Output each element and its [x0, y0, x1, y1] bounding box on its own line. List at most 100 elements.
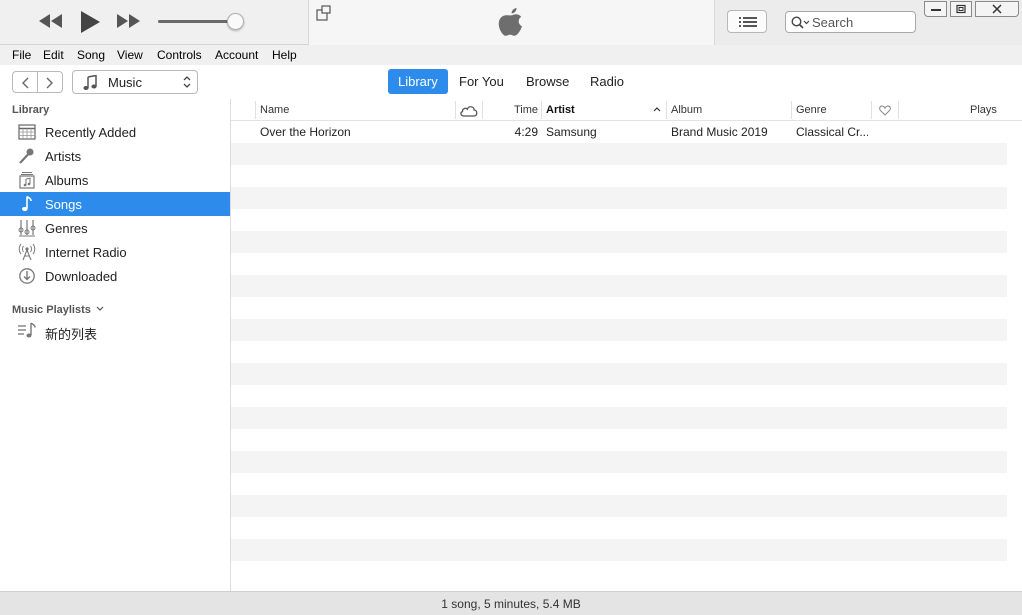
- music-playlists-heading-label: Music Playlists: [12, 304, 91, 316]
- column-separator: [541, 101, 542, 119]
- media-type-selector[interactable]: Music: [72, 70, 198, 94]
- empty-table-row: [231, 561, 1007, 583]
- album-icon: [19, 172, 35, 189]
- empty-table-row: [231, 473, 1007, 495]
- empty-table-row: [231, 363, 1007, 385]
- sidebar-item-songs[interactable]: Songs: [0, 192, 230, 216]
- list-icon: [739, 17, 757, 27]
- sidebar: Library Recently Added Artists Albums So…: [0, 99, 231, 591]
- sidebar-item-label: Songs: [45, 197, 82, 212]
- empty-table-row: [231, 451, 1007, 473]
- column-separator: [455, 101, 456, 119]
- library-summary: 1 song, 5 minutes, 5.4 MB: [441, 597, 581, 611]
- empty-table-row: [231, 165, 1007, 187]
- search-box[interactable]: [785, 11, 916, 33]
- column-separator: [666, 101, 667, 119]
- column-separator: [482, 101, 483, 119]
- table-row[interactable]: Over the Horizon 4:29 Samsung Brand Musi…: [231, 121, 1007, 143]
- sidebar-item-albums[interactable]: Albums: [0, 168, 230, 192]
- column-header-genre[interactable]: Genre: [796, 104, 827, 116]
- sidebar-item-internet-radio[interactable]: Internet Radio: [0, 240, 230, 264]
- fast-forward-icon[interactable]: [115, 13, 141, 29]
- menu-edit[interactable]: Edit: [43, 48, 64, 62]
- empty-table-row: [231, 407, 1007, 429]
- close-icon: [992, 4, 1002, 14]
- close-button[interactable]: [975, 1, 1019, 17]
- back-button[interactable]: [12, 71, 38, 93]
- navigation-bar: Music Library For You Browse Radio: [0, 65, 1022, 99]
- play-icon[interactable]: [78, 9, 102, 35]
- empty-table-row: [231, 187, 1007, 209]
- tab-browse[interactable]: Browse: [516, 69, 579, 94]
- forward-button[interactable]: [37, 71, 63, 93]
- tab-library[interactable]: Library: [388, 69, 448, 94]
- volume-slider-knob[interactable]: [227, 13, 244, 30]
- now-playing-display: [308, 0, 715, 45]
- sidebar-item-label: Genres: [45, 221, 88, 236]
- volume-slider[interactable]: [158, 20, 236, 23]
- playlist-icon: [18, 322, 36, 338]
- playlist-label: 新的列表: [45, 327, 98, 342]
- search-input[interactable]: [812, 14, 912, 30]
- sidebar-item-label: Albums: [45, 173, 89, 188]
- media-type-label: Music: [108, 75, 142, 90]
- heart-icon[interactable]: [879, 105, 891, 116]
- empty-table-row: [231, 517, 1007, 539]
- cell-album: Brand Music 2019: [671, 125, 768, 139]
- playlist-item[interactable]: 新的列表: [0, 319, 230, 343]
- empty-table-row: [231, 385, 1007, 407]
- sidebar-item-artists[interactable]: Artists: [0, 144, 230, 168]
- cell-time: 4:29: [514, 125, 538, 139]
- title-bar: [0, 0, 1022, 45]
- menu-file[interactable]: File: [12, 48, 31, 62]
- menu-song[interactable]: Song: [77, 48, 105, 62]
- chevron-down-icon: [96, 306, 104, 311]
- apple-logo-icon: [498, 8, 522, 36]
- music-note-icon: [83, 75, 97, 90]
- menu-controls[interactable]: Controls: [157, 48, 202, 62]
- toolbar-right: [715, 0, 1022, 45]
- songs-table: Name Time Artist Album Genre Plays Over …: [231, 99, 1022, 591]
- column-header-artist[interactable]: Artist: [546, 104, 575, 116]
- sidebar-item-downloaded[interactable]: Downloaded: [0, 264, 230, 288]
- restore-button[interactable]: [950, 1, 972, 17]
- empty-table-row: [231, 253, 1007, 275]
- transport-controls: [0, 0, 308, 45]
- minimize-button[interactable]: [924, 1, 947, 17]
- column-separator: [791, 101, 792, 119]
- cell-artist: Samsung: [546, 125, 597, 139]
- music-playlists-heading[interactable]: Music Playlists: [12, 304, 104, 316]
- column-separator: [898, 101, 899, 119]
- cell-genre: Classical Cr...: [796, 125, 868, 139]
- tab-radio[interactable]: Radio: [580, 69, 634, 94]
- sidebar-item-recently-added[interactable]: Recently Added: [0, 120, 230, 144]
- icloud-status-icon[interactable]: [459, 104, 479, 117]
- tab-for-you[interactable]: For You: [449, 69, 514, 94]
- up-next-button[interactable]: [727, 10, 767, 33]
- column-header-album[interactable]: Album: [671, 104, 702, 116]
- column-header-time[interactable]: Time: [514, 104, 538, 116]
- sidebar-item-label: Internet Radio: [45, 245, 127, 260]
- sort-ascending-icon: [653, 107, 661, 112]
- menu-view[interactable]: View: [117, 48, 143, 62]
- column-header-name[interactable]: Name: [260, 104, 289, 116]
- cell-name: Over the Horizon: [260, 125, 351, 139]
- empty-table-row: [231, 429, 1007, 451]
- search-icon: [791, 16, 810, 29]
- menu-account[interactable]: Account: [215, 48, 258, 62]
- menu-bar: File Edit Song View Controls Account Hel…: [0, 45, 1022, 65]
- genres-icon: [18, 220, 36, 237]
- restore-icon: [956, 4, 966, 14]
- empty-table-row: [231, 231, 1007, 253]
- status-bar: 1 song, 5 minutes, 5.4 MB: [0, 591, 1022, 615]
- minimize-icon: [930, 9, 941, 11]
- rewind-icon[interactable]: [38, 13, 64, 29]
- sidebar-item-genres[interactable]: Genres: [0, 216, 230, 240]
- column-header-plays[interactable]: Plays: [970, 104, 997, 116]
- menu-help[interactable]: Help: [272, 48, 297, 62]
- empty-table-row: [231, 539, 1007, 561]
- column-separator: [255, 101, 256, 119]
- table-body: Over the Horizon 4:29 Samsung Brand Musi…: [231, 121, 1007, 583]
- empty-table-row: [231, 297, 1007, 319]
- miniplayer-icon[interactable]: [316, 5, 332, 21]
